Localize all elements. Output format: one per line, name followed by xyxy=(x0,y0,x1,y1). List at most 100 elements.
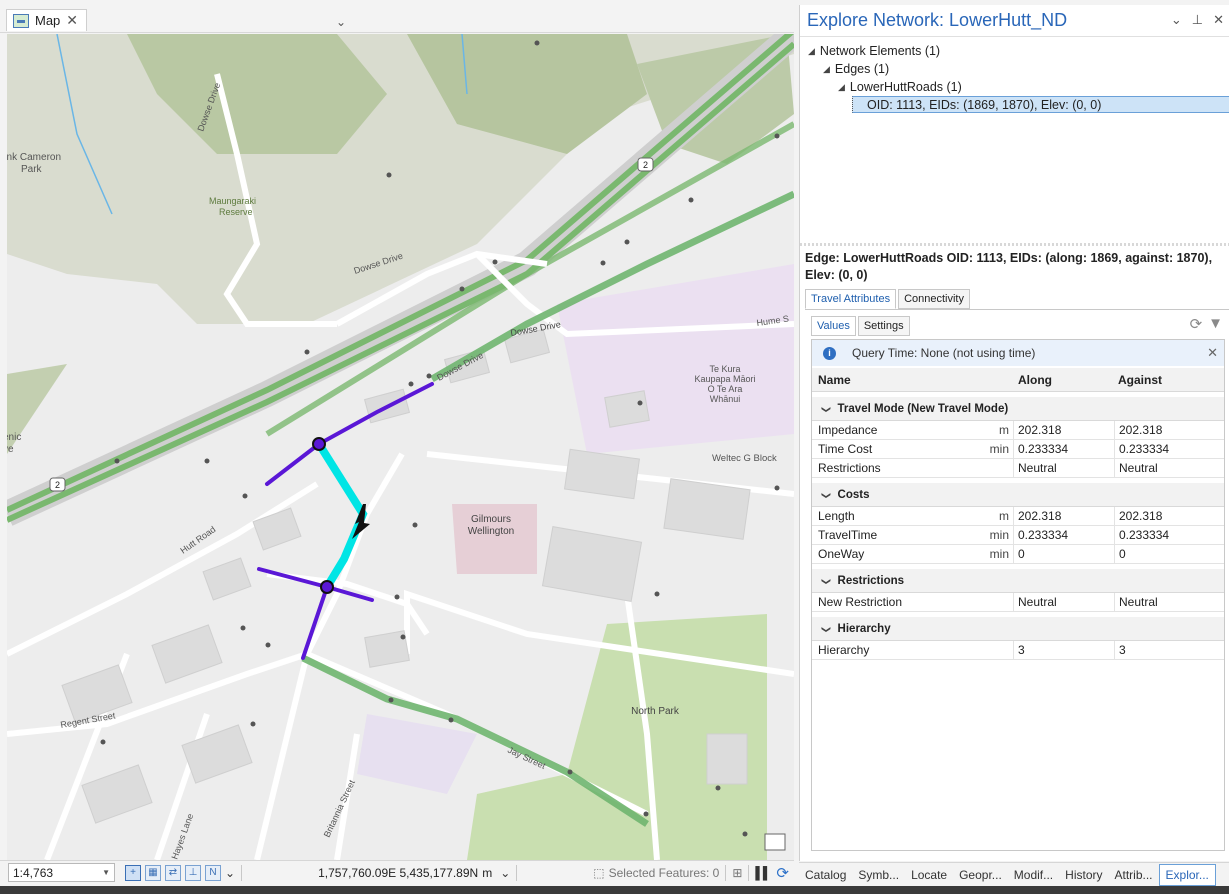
tab-map[interactable]: Map ✕ xyxy=(6,9,88,31)
map-label: Reserve xyxy=(219,207,253,217)
attribute-tools: ⟳ ▼ xyxy=(1190,315,1223,333)
pane-header: Explore Network: LowerHutt_ND ⌄ ⊥ ✕ xyxy=(800,5,1229,37)
along-value: 202.318 xyxy=(1013,421,1114,439)
north-arrow-icon[interactable]: N xyxy=(205,864,221,881)
scale-selector[interactable]: 1:4,763 ▼ xyxy=(8,863,115,882)
group-row[interactable]: ❯ Restrictions xyxy=(812,569,1224,593)
dock-tab[interactable]: Locate xyxy=(905,868,953,882)
chevron-down-icon[interactable]: ❯ xyxy=(820,405,831,413)
chevron-down-icon[interactable]: ❯ xyxy=(820,491,831,499)
tree-item-network-elements[interactable]: ◢ Network Elements (1) xyxy=(800,42,1229,60)
map-label: ank Cameron xyxy=(7,152,61,163)
snapping-icon[interactable]: + xyxy=(125,864,141,881)
dock-tab[interactable]: History xyxy=(1059,868,1108,882)
along-value: 202.318 xyxy=(1013,507,1114,525)
tree-item-selected-edge[interactable]: OID: 1113, EIDs: (1869, 1870), Elev: (0,… xyxy=(852,96,1229,113)
highway-shield: 2 xyxy=(55,480,60,490)
column-header-against[interactable]: Against xyxy=(1114,368,1224,391)
divider xyxy=(805,309,1229,310)
map-label: North Park xyxy=(631,706,680,717)
coordinate-readout: 1,757,760.09E 5,435,177.89N xyxy=(318,865,479,880)
table-row[interactable]: Restrictions Neutral Neutral xyxy=(812,459,1224,478)
against-value: 0 xyxy=(1114,545,1224,563)
map-label: ve xyxy=(7,444,14,455)
table-row[interactable]: Hierarchy 3 3 xyxy=(812,641,1224,660)
table-row[interactable]: Length m 202.318 202.318 xyxy=(812,507,1224,526)
tab-values[interactable]: Values xyxy=(811,316,856,336)
chevron-down-icon[interactable]: ❯ xyxy=(820,577,831,585)
attribute-values-panel: i Query Time: None (not using time) ✕ Na… xyxy=(811,339,1225,851)
dock-tab[interactable]: Modif... xyxy=(1008,868,1059,882)
tab-connectivity[interactable]: Connectivity xyxy=(898,289,970,309)
expand-triangle-icon[interactable]: ◢ xyxy=(838,82,845,93)
dock-tab[interactable]: Geopr... xyxy=(953,868,1008,882)
chevron-down-icon[interactable]: ⌄ xyxy=(225,866,235,880)
divider xyxy=(516,864,518,881)
close-icon[interactable]: ✕ xyxy=(66,12,78,29)
dock-tab-strip: Catalog Symb... Locate Geopr... Modif... Hist… xyxy=(799,862,1229,886)
close-icon[interactable]: ✕ xyxy=(1207,345,1218,361)
group-label-text: Restrictions xyxy=(837,574,905,587)
table-row[interactable]: Impedance m 202.318 202.318 xyxy=(812,421,1224,440)
expand-triangle-icon[interactable]: ◢ xyxy=(823,64,830,75)
map-label: Whānui xyxy=(710,394,741,404)
tab-settings[interactable]: Settings xyxy=(857,316,910,336)
group-row[interactable]: ❯ Costs xyxy=(812,483,1224,507)
table-icon[interactable]: ⊞ xyxy=(732,866,742,880)
filter-icon[interactable]: ▼ xyxy=(1208,315,1223,333)
dock-tab[interactable]: Attrib... xyxy=(1109,868,1159,882)
tab-travel-attributes[interactable]: Travel Attributes xyxy=(805,289,897,309)
table-header: Name Along Against xyxy=(812,368,1224,392)
along-value: 0.233334 xyxy=(1013,526,1114,544)
map-label: Maungaraki xyxy=(209,196,256,206)
chevron-down-icon[interactable]: ❯ xyxy=(820,625,831,633)
snapping-tools: + ▦ ⇄ ⊥ N ⌄ xyxy=(125,864,235,881)
table-row[interactable]: TravelTime min 0.233334 0.233334 xyxy=(812,526,1224,545)
map-svg[interactable]: 2 2 Dowse Drive Dowse Drive Dowse Drive … xyxy=(7,34,794,860)
chevron-down-icon[interactable]: ⌄ xyxy=(336,15,346,29)
correction-icon[interactable]: ⊥ xyxy=(185,864,201,881)
group-row[interactable]: ❯ Travel Mode (New Travel Mode) xyxy=(812,397,1224,421)
selected-features[interactable]: ⬚ Selected Features: 0 xyxy=(593,866,719,880)
dock-tab[interactable]: Catalog xyxy=(799,868,852,882)
column-header-name[interactable]: Name xyxy=(812,373,1013,387)
inner-tabs: Values Settings xyxy=(811,316,912,336)
pause-drawing-button[interactable]: ▌▌ xyxy=(755,866,771,880)
map-status-bar: 1:4,763 ▼ + ▦ ⇄ ⊥ N ⌄ 1,757,760.09E 5,43… xyxy=(0,860,794,884)
refresh-icon[interactable]: ⟳ xyxy=(1190,315,1203,333)
map-label: Weltec G Block xyxy=(712,453,777,464)
grid-icon[interactable]: ▦ xyxy=(145,864,161,881)
explore-network-pane: Explore Network: LowerHutt_ND ⌄ ⊥ ✕ ◢ Ne… xyxy=(799,5,1229,861)
attribute-name: Restrictions xyxy=(818,461,881,475)
map-icon xyxy=(13,13,29,28)
tree-item-edges[interactable]: ◢ Edges (1) xyxy=(800,60,1229,78)
chevron-down-icon[interactable]: ⌄ xyxy=(500,866,510,880)
expand-triangle-icon[interactable]: ◢ xyxy=(808,46,815,57)
attribute-unit: min xyxy=(989,442,1009,456)
pin-icon[interactable]: ⊥ xyxy=(1192,12,1203,28)
column-header-along[interactable]: Along xyxy=(1013,368,1114,391)
constraints-icon[interactable]: ⇄ xyxy=(165,864,181,881)
close-icon[interactable]: ✕ xyxy=(1213,12,1224,28)
chevron-down-icon: ▼ xyxy=(102,868,110,877)
map-label: Te Kura xyxy=(709,364,740,374)
divider xyxy=(241,864,243,881)
table-row[interactable]: New Restriction Neutral Neutral xyxy=(812,593,1224,612)
group-label-text: Travel Mode (New Travel Mode) xyxy=(837,402,1009,415)
attribute-unit: m xyxy=(999,509,1009,523)
divider xyxy=(725,864,727,881)
junction-from xyxy=(312,437,326,451)
tree-item-source[interactable]: ◢ LowerHuttRoads (1) xyxy=(800,78,1229,96)
table-row[interactable]: OneWay min 0 0 xyxy=(812,545,1224,564)
pane-splitter[interactable] xyxy=(800,243,1229,246)
table-row[interactable]: Time Cost min 0.233334 0.233334 xyxy=(812,440,1224,459)
group-row[interactable]: ❯ Hierarchy xyxy=(812,617,1224,641)
dock-tab[interactable]: Explor... xyxy=(1158,863,1216,886)
map-view[interactable]: 2 2 Dowse Drive Dowse Drive Dowse Drive … xyxy=(7,34,794,860)
selection-icon: ⬚ xyxy=(593,865,605,880)
against-value: 0.233334 xyxy=(1114,526,1224,544)
refresh-icon[interactable]: ⟳ xyxy=(776,864,789,882)
outer-tabs: Travel Attributes Connectivity xyxy=(805,289,972,309)
chevron-down-icon[interactable]: ⌄ xyxy=(1171,12,1182,28)
dock-tab[interactable]: Symb... xyxy=(852,868,905,882)
